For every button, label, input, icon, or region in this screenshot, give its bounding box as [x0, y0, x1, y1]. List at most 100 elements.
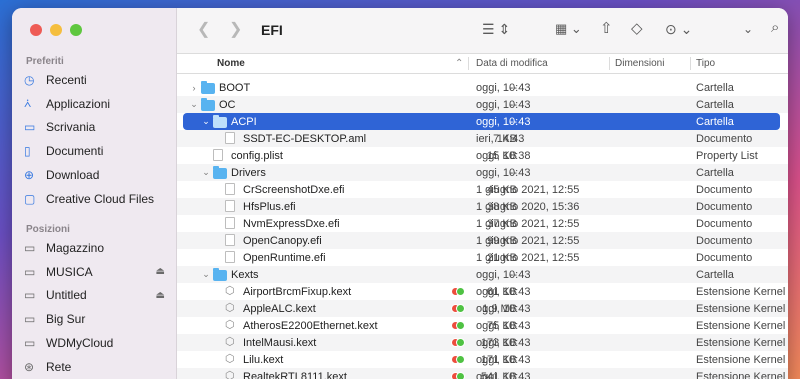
column-kind[interactable]: Tipo — [696, 58, 715, 69]
file-kind: Estensione Kernel — [696, 370, 786, 379]
display-icon: ▭ — [24, 335, 36, 350]
kext-icon: ⬡ — [225, 319, 235, 331]
sidebar-item-big-sur[interactable]: ▭ Big Sur — [24, 308, 169, 330]
disclosure-open-icon[interactable]: ⌄ — [201, 167, 211, 178]
folder-row[interactable]: ⌄ Drivers oggi, 10:43 -- Cartella — [177, 164, 788, 181]
file-kind: Estensione Kernel — [696, 336, 786, 349]
locations-title: Posizioni — [26, 224, 70, 235]
file-name: ACPI — [231, 115, 257, 128]
sidebar-item-wdmycloud[interactable]: ▭ WDMyCloud — [24, 332, 169, 354]
sidebar-item-recenti[interactable]: ◷ Recenti — [24, 69, 169, 91]
file-kind: Documento — [696, 200, 753, 213]
file-row[interactable]: ⬡ AtherosE2200Ethernet.kext oggi, 10:43 75 … — [177, 317, 788, 334]
sidebar-item-documenti[interactable]: ▯ Documenti — [24, 140, 169, 162]
minimize-button[interactable] — [50, 24, 62, 36]
drive-icon: ▭ — [24, 241, 36, 255]
sidebar-item-creative-cloud-files[interactable]: ▢ Creative Cloud Files — [24, 188, 169, 210]
column-header: Nome ⌃ Data di modifica Dimensioni Tipo — [177, 54, 788, 74]
chevron-right-icon[interactable]: ❯ — [229, 19, 242, 39]
chevron-left-icon[interactable]: ❮ — [197, 19, 210, 39]
sidebar-item-magazzino[interactable]: ▭ Magazzino — [24, 237, 169, 259]
download-icon: ⊕ — [24, 167, 35, 182]
file-size: 7 KB — [493, 132, 517, 145]
sidebar-item-applicazioni[interactable]: ⩑ Applicazioni — [24, 93, 169, 115]
file-row[interactable]: CrScreenshotDxe.efi 1 giugno 2021, 12:55 4… — [177, 181, 788, 198]
disclosure-open-icon[interactable]: ⌄ — [201, 269, 211, 280]
disclosure-open-icon[interactable]: ⌄ — [189, 99, 199, 110]
file-row[interactable]: ⬡ Lilu.kext oggi, 10:43 171 KB Estensione Ke… — [177, 351, 788, 368]
sidebar-item-scrivania[interactable]: ▭ Scrivania — [24, 116, 169, 138]
sidebar-item-label: Magazzino — [46, 241, 105, 255]
file-size: -- — [509, 166, 517, 179]
apps-icon: ⩑ — [24, 96, 32, 111]
finder-window: Preferiti ◷ Recenti ⩑ Applicazioni ▭ Scrivani… — [12, 8, 788, 379]
document-icon — [225, 234, 235, 246]
disclosure-closed-icon[interactable]: › — [189, 83, 199, 93]
document-icon — [225, 132, 235, 144]
zoom-button[interactable] — [70, 24, 82, 36]
drive-icon: ▭ — [24, 312, 36, 327]
file-row[interactable]: HfsPlus.efi 1 giugno 2020, 15:36 38 KB Docu… — [177, 198, 788, 215]
file-size: 38 KB — [487, 200, 517, 213]
file-size: 15 KB — [487, 149, 517, 162]
file-kind: Cartella — [696, 98, 734, 111]
chevron-down-icon[interactable]: ⌄ — [743, 22, 753, 36]
file-row[interactable]: ⬡ RealtekRTL8111.kext oggi, 10:43 541 KB Est… — [177, 368, 788, 379]
file-list: › BOOT oggi, 10:43 -- Cartella ⌄ OC oggi, 10:43… — [177, 79, 788, 379]
file-row[interactable]: OpenRuntime.efi 1 giugno 2021, 12:55 21 KB… — [177, 249, 788, 266]
document-icon — [225, 217, 235, 229]
tag-icon[interactable]: ◇ — [631, 19, 643, 37]
traffic-lights — [30, 24, 82, 36]
file-row[interactable]: NvmExpressDxe.efi 1 giugno 2021, 12:55 37 … — [177, 215, 788, 232]
eject-icon[interactable]: ⏏ — [156, 266, 165, 277]
file-row[interactable]: ⬡ AppleALC.kext oggi, 10:43 1,9 MB Estension… — [177, 300, 788, 317]
folder-row[interactable]: ⌄ OC oggi, 10:43 -- Cartella — [177, 96, 788, 113]
file-name: OpenCanopy.efi — [243, 234, 322, 247]
sidebar-item-musica[interactable]: ▭ MUSICA ⏏ — [24, 261, 169, 283]
file-row[interactable]: ⬡ AirportBrcmFixup.kext oggi, 10:43 61 KB Es… — [177, 283, 788, 300]
toolbar: ❮ ❯ EFI ☰ ⇕ ▦ ⌄ ⇧ ◇ ⊙ ⌄ ⌄ ⌕ — [177, 8, 788, 54]
file-kind: Documento — [696, 217, 753, 230]
eject-icon[interactable]: ⏏ — [156, 290, 165, 301]
file-kind: Documento — [696, 183, 753, 196]
file-size: 37 KB — [487, 217, 517, 230]
file-kind: Cartella — [696, 81, 734, 94]
file-row[interactable]: OpenCanopy.efi 1 giugno 2021, 12:55 99 KB D… — [177, 232, 788, 249]
sidebar: Preferiti ◷ Recenti ⩑ Applicazioni ▭ Scrivani… — [12, 8, 177, 379]
file-size: 171 KB — [480, 353, 517, 366]
file-row[interactable]: ⬡ IntelMausi.kext oggi, 10:43 173 KB Estensi… — [177, 334, 788, 351]
column-name[interactable]: Nome — [217, 58, 245, 69]
document-icon — [225, 200, 235, 212]
sidebar-item-label: Creative Cloud Files — [46, 191, 155, 206]
file-size: 21 KB — [487, 251, 517, 264]
file-row[interactable]: SSDT-EC-DESKTOP.aml ieri, 14:43 7 KB Docume… — [177, 130, 788, 147]
document-icon — [213, 149, 223, 161]
sidebar-item-untitled[interactable]: ▭ Untitled ⏏ — [24, 284, 169, 306]
sidebar-item-label: Untitled — [46, 288, 87, 303]
grid-group-icon[interactable]: ▦ ⌄ — [555, 21, 582, 37]
sidebar-item-label: Documenti — [46, 144, 104, 159]
sidebar-item-rete[interactable]: ⊛ Rete — [24, 356, 169, 378]
folder-row[interactable]: › BOOT oggi, 10:43 -- Cartella — [177, 79, 788, 96]
file-name: OpenRuntime.efi — [243, 251, 326, 264]
share-icon[interactable]: ⇧ — [600, 19, 613, 37]
folder-row[interactable]: ⌄ ACPI oggi, 10:43 -- Cartella — [183, 113, 780, 130]
folder-icon: ▢ — [24, 191, 36, 206]
ellipsis-circle-icon[interactable]: ⊙ ⌄ — [665, 21, 692, 38]
sidebar-item-download[interactable]: ⊕ Download — [24, 164, 169, 186]
file-name: AirportBrcmFixup.kext — [243, 285, 352, 298]
column-size[interactable]: Dimensioni — [615, 58, 664, 69]
drive-icon: ▭ — [24, 264, 36, 279]
search-icon[interactable]: ⌕ — [771, 19, 779, 36]
column-date[interactable]: Data di modifica — [476, 58, 548, 69]
sidebar-item-label: MUSICA — [46, 264, 93, 279]
folder-row[interactable]: ⌄ Kexts oggi, 10:43 -- Cartella — [177, 266, 788, 283]
folder-icon — [201, 98, 215, 111]
list-view-icon[interactable]: ☰ ⇕ — [482, 21, 510, 38]
disclosure-open-icon[interactable]: ⌄ — [201, 116, 211, 127]
file-name: Drivers — [231, 166, 266, 179]
file-row[interactable]: config.plist oggi, 10:38 15 KB Property Lis… — [177, 147, 788, 164]
favorites-title: Preferiti — [26, 56, 64, 67]
file-kind: Documento — [696, 251, 753, 264]
close-button[interactable] — [30, 24, 42, 36]
